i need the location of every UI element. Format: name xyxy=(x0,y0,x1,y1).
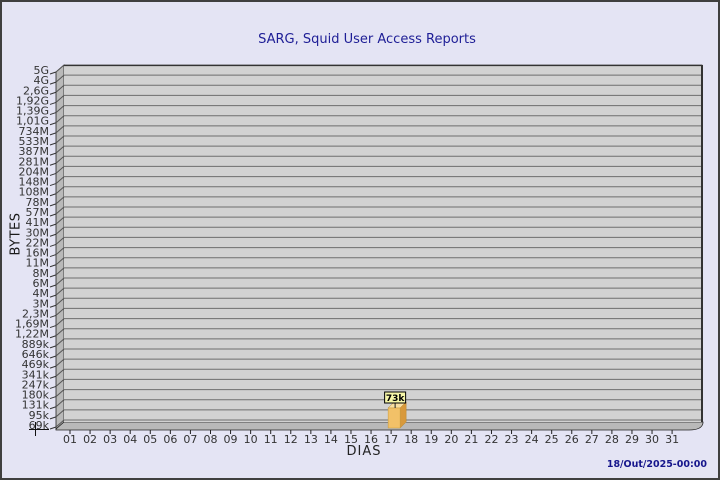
y-tick xyxy=(50,244,56,246)
y-tick-label: 69k xyxy=(29,419,50,432)
x-tick-label: 03 xyxy=(103,433,117,446)
x-tick-label: 18 xyxy=(404,433,418,446)
y-tick xyxy=(50,366,56,368)
y-tick xyxy=(50,234,56,236)
sarg-report-page: SARG, Squid User Access Reports Período:… xyxy=(0,0,720,480)
x-tick-label: 02 xyxy=(83,433,97,446)
y-tick xyxy=(50,427,56,429)
x-tick-label: 22 xyxy=(484,433,498,446)
x-tick-label: 29 xyxy=(625,433,639,446)
plot-area xyxy=(64,65,703,422)
x-tick-label: 13 xyxy=(304,433,318,446)
y-tick xyxy=(50,224,56,226)
y-tick xyxy=(50,82,56,84)
y-tick xyxy=(50,295,56,297)
y-tick xyxy=(50,275,56,277)
x-tick-label: 31 xyxy=(665,433,679,446)
x-tick-label: 04 xyxy=(123,433,137,446)
y-tick xyxy=(50,204,56,206)
y-tick xyxy=(50,143,56,145)
x-tick-label: 21 xyxy=(464,433,478,446)
y-tick xyxy=(50,113,56,115)
y-tick xyxy=(50,153,56,155)
y-tick xyxy=(50,336,56,338)
x-tick-label: 11 xyxy=(264,433,278,446)
y-tick xyxy=(50,356,56,358)
x-axis-floor xyxy=(56,422,703,430)
y-tick xyxy=(50,173,56,175)
x-tick-label: 09 xyxy=(224,433,238,446)
y-tick xyxy=(50,102,56,104)
y-tick xyxy=(50,417,56,419)
y-tick xyxy=(50,92,56,94)
x-tick-label: 19 xyxy=(424,433,438,446)
x-tick-label: 26 xyxy=(565,433,579,446)
y-tick xyxy=(50,305,56,307)
x-tick-label: 24 xyxy=(525,433,539,446)
x-tick-label: 05 xyxy=(143,433,157,446)
y-tick xyxy=(50,194,56,196)
x-tick-label: 25 xyxy=(545,433,559,446)
x-tick-label: 12 xyxy=(284,433,298,446)
y-tick xyxy=(50,214,56,216)
y-tick xyxy=(50,123,56,125)
y-tick xyxy=(50,265,56,267)
y-tick xyxy=(50,255,56,257)
y-tick xyxy=(50,346,56,348)
y-tick xyxy=(50,285,56,287)
x-tick-label: 07 xyxy=(183,433,197,446)
y-tick xyxy=(50,163,56,165)
x-tick-label: 23 xyxy=(505,433,519,446)
x-tick-label: 30 xyxy=(645,433,659,446)
y-tick xyxy=(50,315,56,317)
report-timestamp: 18/Out/2025-00:00 xyxy=(607,459,707,470)
y-tick xyxy=(50,184,56,186)
bar-chart: 5G4G2,6G1,92G1,39G1,01G734M533M387M281M2… xyxy=(2,2,720,480)
x-tick-label: 01 xyxy=(63,433,77,446)
x-tick-label: 20 xyxy=(444,433,458,446)
x-tick-label: 10 xyxy=(244,433,258,446)
y-tick xyxy=(50,133,56,135)
y-tick xyxy=(50,386,56,388)
x-tick-label: 28 xyxy=(605,433,619,446)
y-tick xyxy=(50,407,56,409)
bar-day-17 xyxy=(388,408,400,428)
x-tick-label: 08 xyxy=(203,433,217,446)
x-tick-label: 27 xyxy=(585,433,599,446)
bar-value-label: 73k xyxy=(386,394,406,404)
y-tick xyxy=(50,72,56,74)
y-tick xyxy=(50,376,56,378)
y-tick xyxy=(50,397,56,399)
y-tick xyxy=(50,326,56,328)
x-tick-label: 06 xyxy=(163,433,177,446)
x-axis-title: DIAS xyxy=(322,444,406,459)
